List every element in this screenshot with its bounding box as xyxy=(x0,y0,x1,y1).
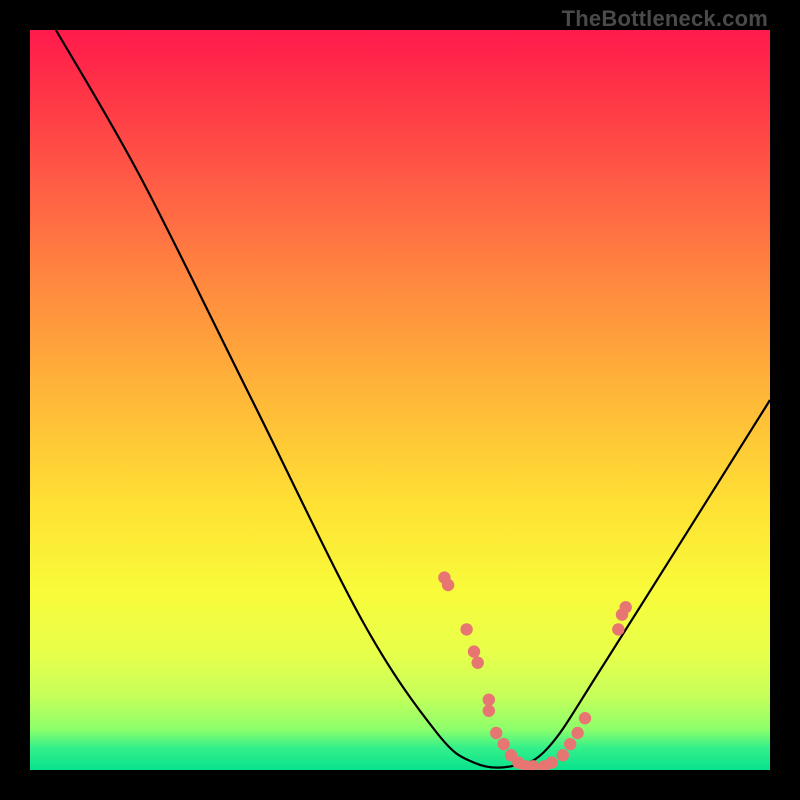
data-point xyxy=(442,579,454,591)
bottleneck-curve xyxy=(56,30,770,768)
data-point xyxy=(564,738,576,750)
data-point xyxy=(612,623,624,635)
data-point xyxy=(497,738,509,750)
data-point xyxy=(620,601,632,613)
data-point xyxy=(579,712,591,724)
data-point xyxy=(483,694,495,706)
data-point xyxy=(483,705,495,717)
watermark-text: TheBottleneck.com xyxy=(562,6,768,32)
plot-area xyxy=(30,30,770,770)
data-points xyxy=(438,571,632,770)
data-point xyxy=(468,645,480,657)
data-point xyxy=(490,727,502,739)
data-point xyxy=(546,756,558,768)
data-point xyxy=(460,623,472,635)
chart-svg xyxy=(30,30,770,770)
data-point xyxy=(571,727,583,739)
data-point xyxy=(557,749,569,761)
data-point xyxy=(472,657,484,669)
chart-container: TheBottleneck.com xyxy=(0,0,800,800)
